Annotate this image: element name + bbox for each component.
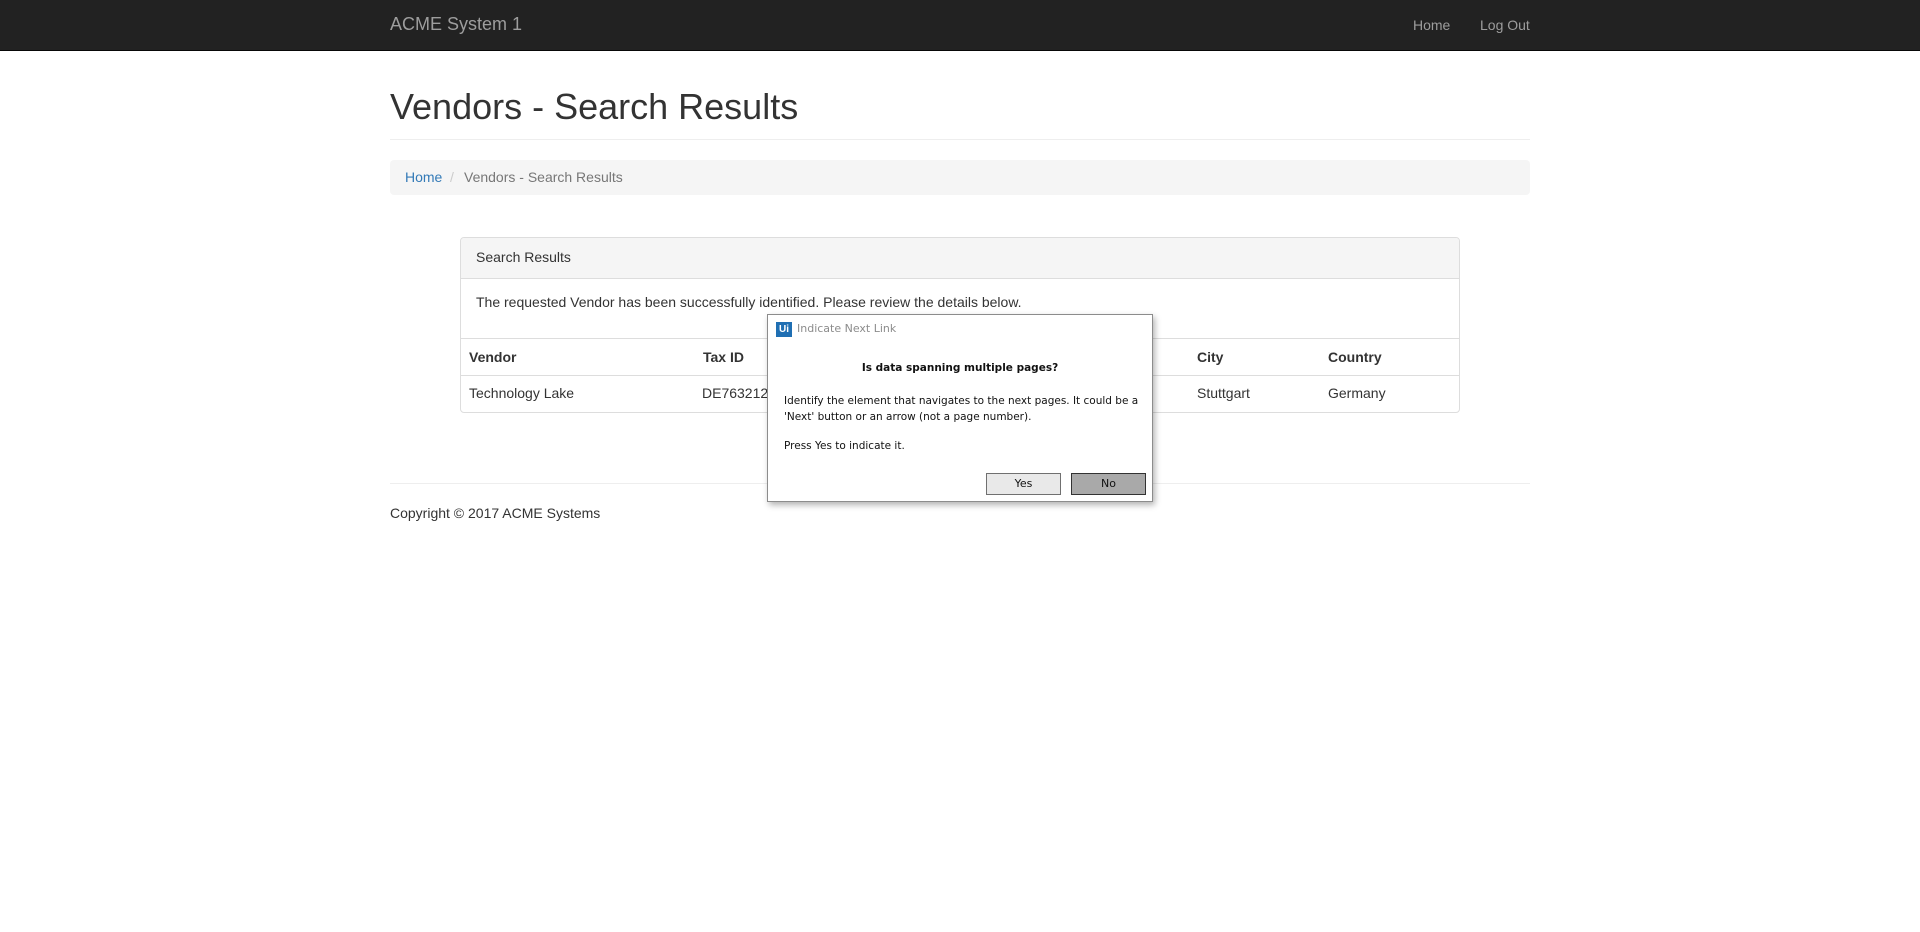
dialog-instruction: Press Yes to indicate it. xyxy=(784,440,905,452)
panel-heading-title: Search Results xyxy=(476,249,571,265)
uipath-logo-icon: Ui xyxy=(776,322,792,337)
breadcrumb: Home / Vendors - Search Results xyxy=(390,160,1530,195)
column-header-vendor: Vendor xyxy=(469,349,517,365)
breadcrumb-current: Vendors - Search Results xyxy=(464,169,623,185)
nav-home-link[interactable]: Home xyxy=(1413,17,1450,33)
dialog-title: Indicate Next Link xyxy=(797,322,897,335)
breadcrumb-separator: / xyxy=(450,169,454,185)
cell-vendor: Technology Lake xyxy=(469,385,575,401)
column-header-city: City xyxy=(1197,349,1224,365)
column-header-tax-id: Tax ID xyxy=(703,349,744,365)
cell-city: Stuttgart xyxy=(1197,385,1250,401)
cell-country: Germany xyxy=(1328,385,1386,401)
indicate-next-link-dialog: Ui Indicate Next Link Is data spanning m… xyxy=(767,314,1153,502)
dialog-heading: Is data spanning multiple pages? xyxy=(861,362,1059,374)
top-navbar: ACME System 1 Home Log Out xyxy=(0,0,1920,51)
no-button[interactable]: No xyxy=(1071,473,1146,495)
panel-heading: Search Results xyxy=(461,238,1459,279)
nav-logout-link[interactable]: Log Out xyxy=(1480,17,1530,33)
page-title: Vendors - Search Results xyxy=(390,86,799,127)
cell-tax-id: DE763212 xyxy=(702,385,769,401)
breadcrumb-home-link[interactable]: Home xyxy=(405,169,442,185)
dialog-body: Identify the element that navigates to t… xyxy=(784,395,1139,423)
brand-link[interactable]: ACME System 1 xyxy=(390,14,522,35)
footer-copyright: Copyright © 2017 ACME Systems xyxy=(390,505,601,521)
column-header-country: Country xyxy=(1328,349,1382,365)
yes-button[interactable]: Yes xyxy=(986,473,1061,495)
title-divider xyxy=(390,139,1530,140)
panel-message: The requested Vendor has been successful… xyxy=(476,294,1022,310)
